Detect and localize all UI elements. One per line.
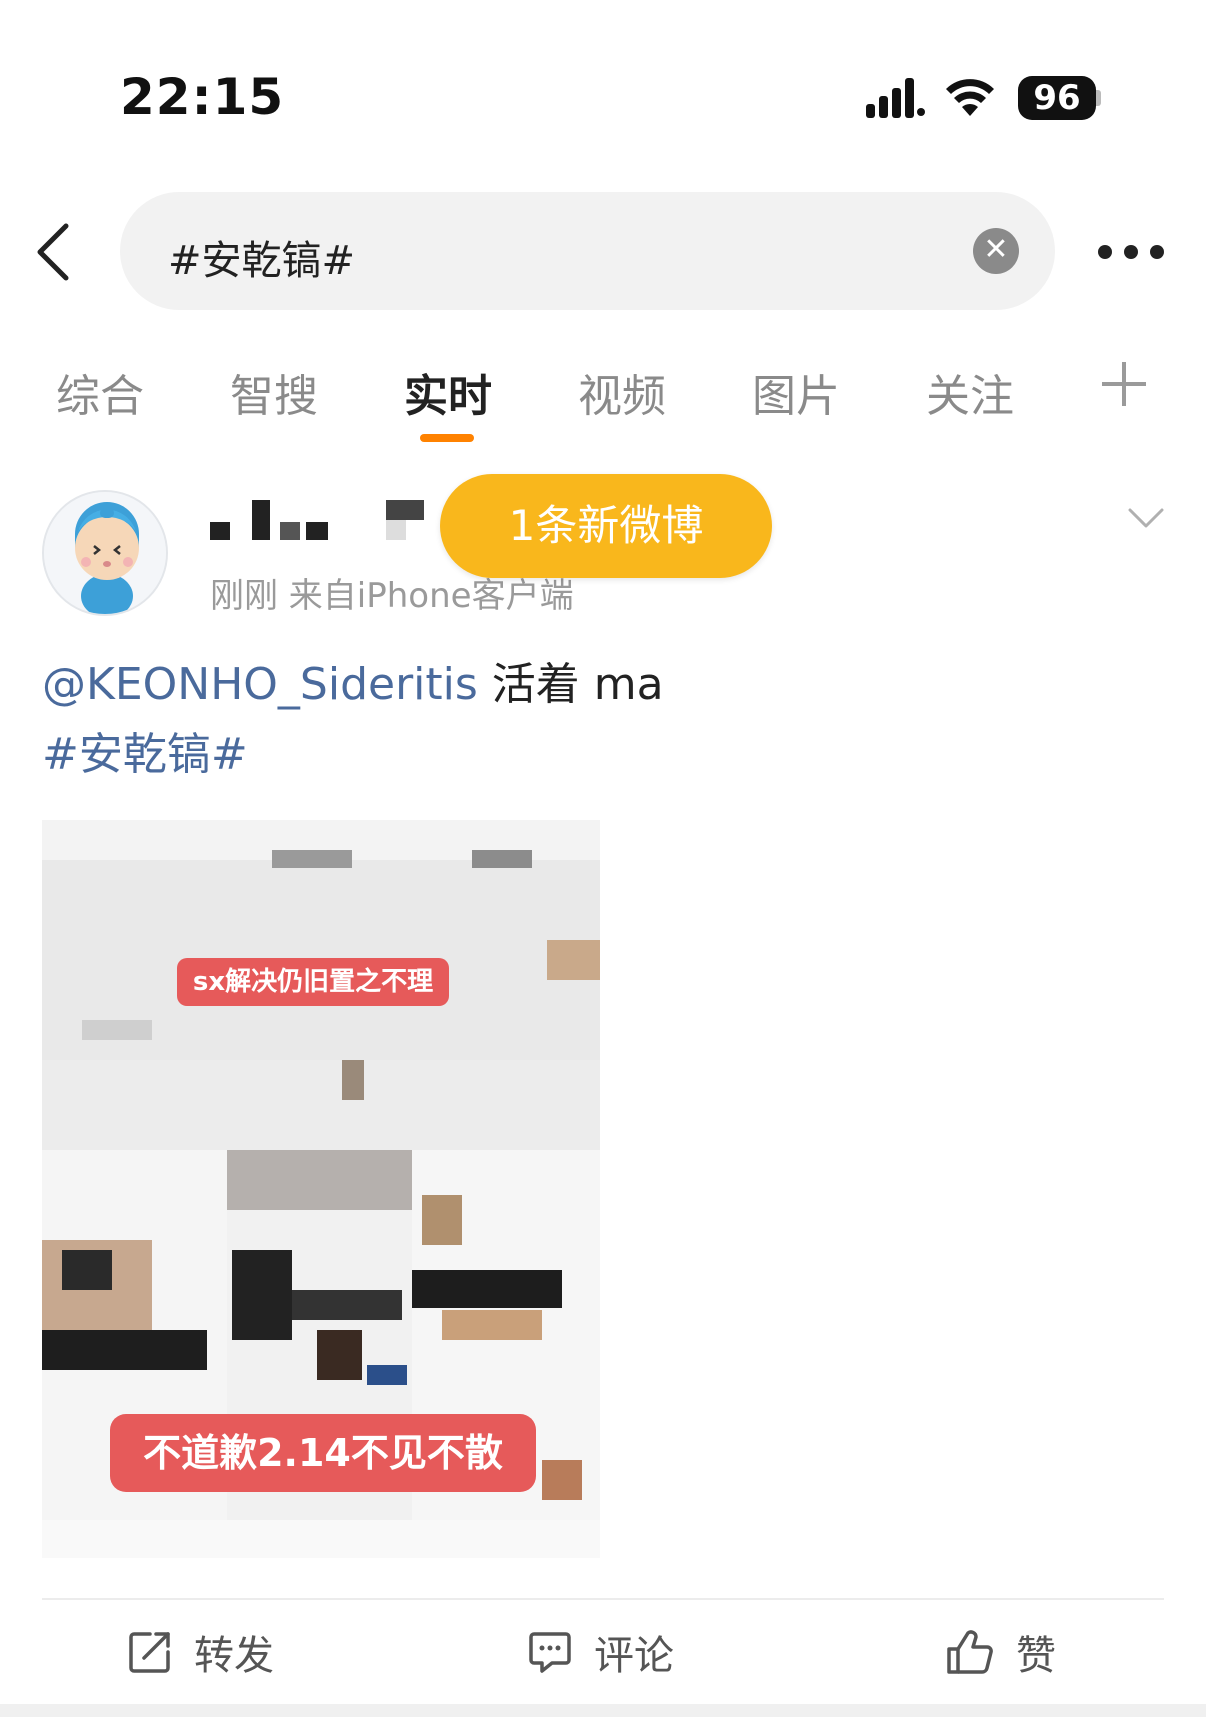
comment-button[interactable]: 评论	[528, 1622, 674, 1682]
wifi-icon	[946, 79, 994, 116]
tab-video[interactable]: 视频	[578, 360, 666, 424]
tab-pictures[interactable]: 图片	[752, 360, 840, 424]
mention-link[interactable]: @KEONHO_Sideritis	[42, 659, 478, 710]
repost-label: 转发	[194, 1633, 274, 1679]
tab-comprehensive[interactable]: 综合	[56, 360, 144, 424]
username-redacted[interactable]	[210, 500, 430, 540]
post-image[interactable]: sx解决仍旧置之不理 不道歉2.14不见不散	[42, 820, 600, 1558]
tab-following[interactable]: 关注	[926, 360, 1014, 424]
image-banner-top: sx解决仍旧置之不理	[177, 958, 449, 1006]
more-options-icon[interactable]	[1098, 242, 1164, 262]
hashtag-link[interactable]: #安乾镐#	[42, 729, 248, 780]
thumbs-up-icon	[947, 1630, 993, 1674]
repost-button[interactable]: 转发	[128, 1622, 274, 1682]
comment-icon	[529, 1632, 571, 1673]
active-tab-indicator	[420, 434, 474, 442]
avatar[interactable]	[42, 490, 168, 616]
avatar-cartoon-icon	[44, 492, 166, 614]
action-divider	[42, 1598, 1164, 1600]
like-label: 赞	[1016, 1633, 1056, 1679]
post-text: @KEONHO_Sideritis 活着 ma #安乾镐#	[42, 650, 664, 790]
image-banner-bottom: 不道歉2.14不见不散	[110, 1414, 536, 1492]
repost-icon	[129, 1632, 170, 1673]
back-chevron-icon[interactable]	[30, 220, 80, 284]
post-body: 活着 ma	[477, 659, 664, 710]
chevron-down-icon[interactable]	[1126, 498, 1166, 538]
tab-smart-search[interactable]: 智搜	[230, 360, 318, 424]
search-input[interactable]: #安乾镐#	[168, 228, 355, 286]
battery-tip	[1096, 90, 1101, 106]
cellular-signal-icon	[866, 78, 925, 118]
like-button[interactable]: 赞	[946, 1622, 1056, 1682]
status-bar: 22:15 96	[0, 0, 1206, 150]
new-posts-pill[interactable]: 1条新微博	[440, 474, 772, 578]
comment-label: 评论	[594, 1633, 674, 1679]
search-bar[interactable]: #安乾镐# ✕	[120, 192, 1055, 310]
status-time: 22:15	[120, 68, 285, 126]
add-tab-icon[interactable]	[1102, 362, 1146, 406]
close-icon[interactable]: ✕	[973, 228, 1019, 274]
bottom-strip	[0, 1704, 1206, 1717]
battery-indicator: 96	[1018, 76, 1096, 120]
tab-realtime[interactable]: 实时	[404, 360, 492, 424]
tab-bar: 综合 智搜 实时 视频 图片 关注	[0, 360, 1206, 450]
